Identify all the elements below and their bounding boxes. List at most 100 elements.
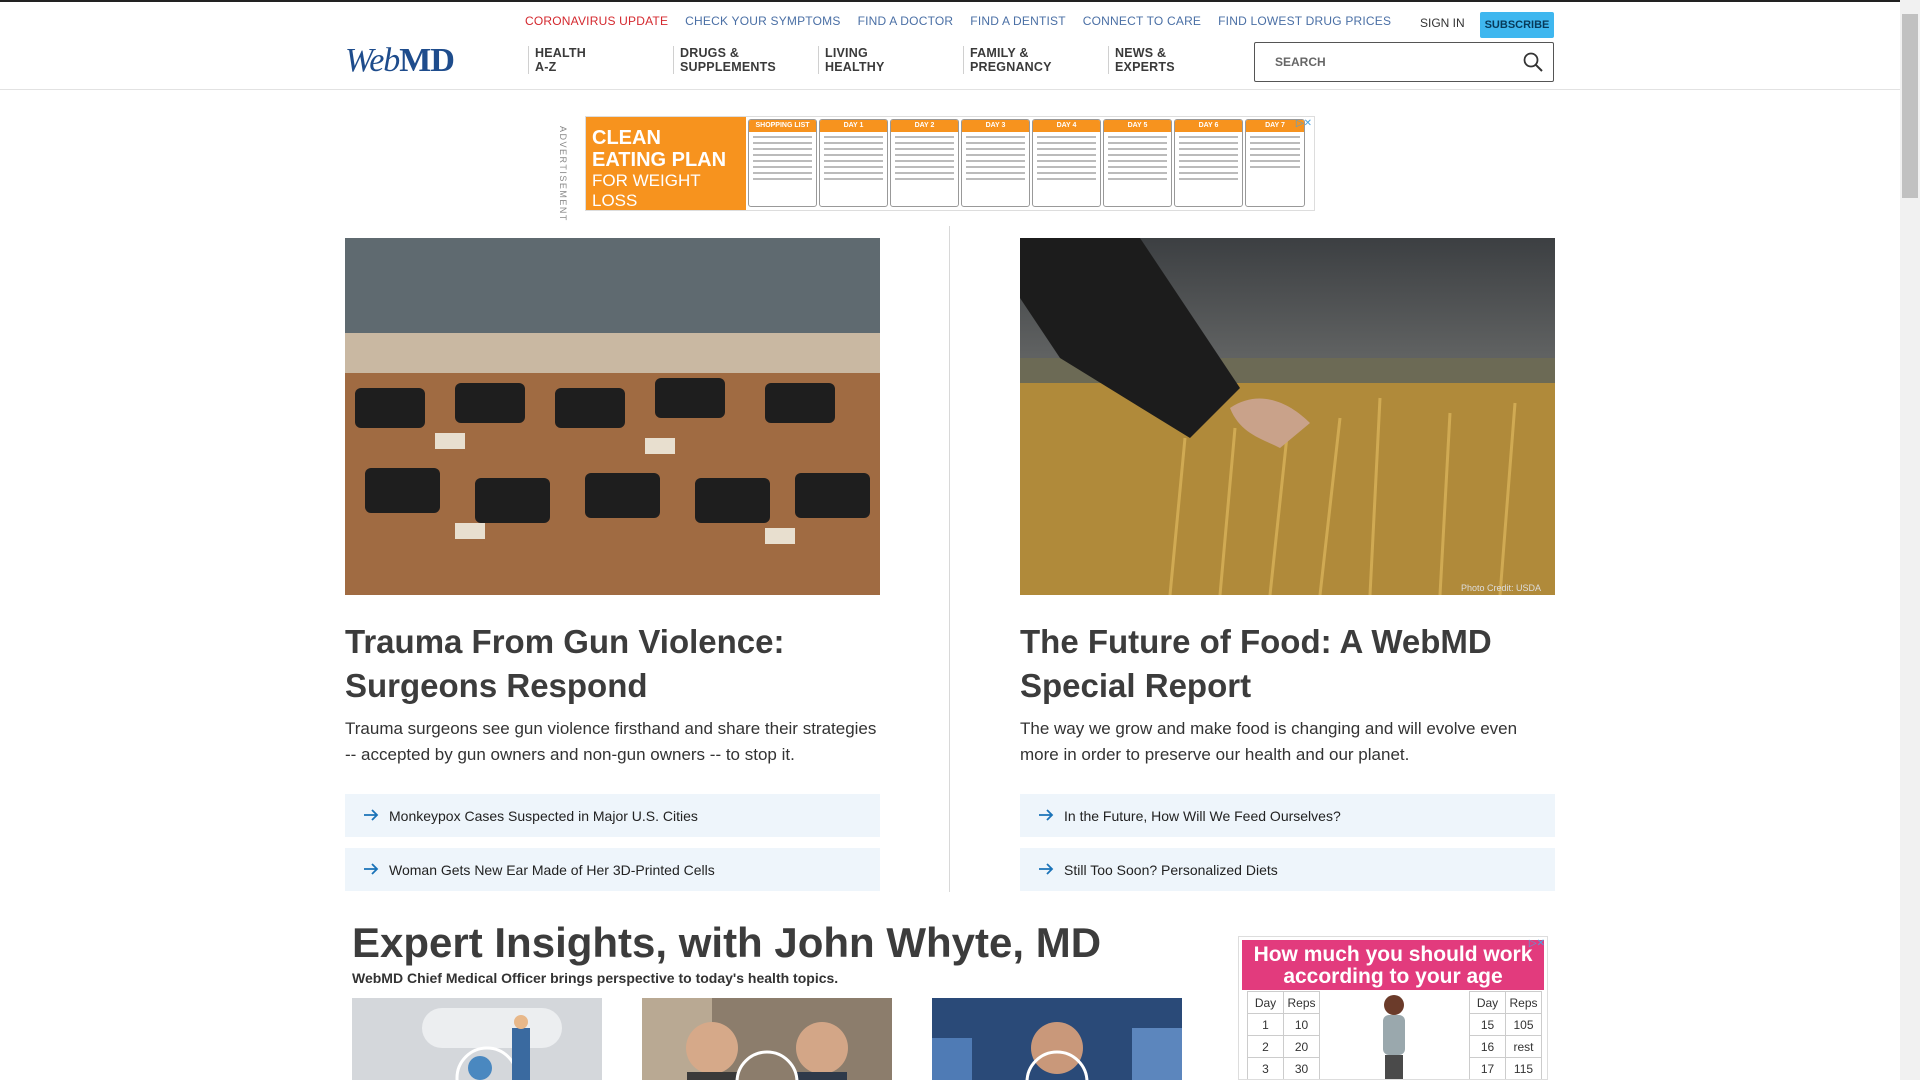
video-thumbnail[interactable]	[352, 998, 602, 1080]
arrow-right-icon	[1038, 808, 1054, 824]
ad-card: DAY 5	[1103, 119, 1172, 207]
nav-line1: HEALTH	[535, 46, 586, 60]
ad-card-header: DAY 4	[1033, 120, 1100, 132]
story-card: Photo Credit: USDA The Future of Food: A…	[1020, 238, 1555, 891]
nav-line2: A-Z	[535, 60, 557, 74]
expert-insights-section: Expert Insights, with John Whyte, MD Web…	[352, 918, 1101, 986]
woman-figure-illustration	[1383, 995, 1405, 1079]
ad-close-icon[interactable]: ▷✕	[1529, 938, 1545, 949]
ad-card: DAY 6	[1174, 119, 1243, 207]
story-image-wheat[interactable]: Photo Credit: USDA	[1020, 238, 1555, 599]
story-card: Trauma From Gun Violence: Surgeons Respo…	[345, 238, 880, 891]
util-link-symptoms[interactable]: CHECK YOUR SYMPTOMS	[685, 14, 840, 28]
site-header: CORONAVIRUS UPDATE CHECK YOUR SYMPTOMS F…	[0, 2, 1900, 90]
related-link[interactable]: Monkeypox Cases Suspected in Major U.S. …	[345, 794, 880, 837]
table-cell: 17	[1469, 1057, 1506, 1079]
story-summary: The way we grow and make food is changin…	[1020, 719, 1518, 764]
video-thumbnail[interactable]	[932, 998, 1182, 1080]
ad-card: DAY 2	[890, 119, 959, 207]
table-cell: 3	[1247, 1057, 1284, 1079]
side-ad-headline-line1: How much you should work	[1253, 943, 1533, 966]
ad-card-header: DAY 2	[891, 120, 958, 132]
nav-line1: LIVING	[825, 46, 868, 60]
photo-credit: Photo Credit: USDA	[1460, 583, 1541, 593]
sign-in-link[interactable]: SIGN IN	[1420, 16, 1465, 30]
table-cell: 20	[1283, 1035, 1320, 1058]
side-ad-headline: How much you should work according to yo…	[1242, 940, 1544, 990]
related-link[interactable]: Still Too Soon? Personalized Diets	[1020, 848, 1555, 891]
ad-title-line2: FOR WEIGHT LOSS	[592, 171, 701, 210]
related-link-text: Woman Gets New Ear Made of Her 3D-Printe…	[389, 861, 715, 878]
util-link-coronavirus[interactable]: CORONAVIRUS UPDATE	[525, 14, 668, 28]
nav-line2: HEALTHY	[825, 60, 885, 74]
arrow-right-icon	[363, 808, 379, 824]
ad-cards: SHOPPING LIST DAY 1 DAY 2 DAY 3 DAY 4 DA…	[746, 117, 1307, 210]
ad-card-header: DAY 3	[962, 120, 1029, 132]
story-headline[interactable]: Trauma From Gun Violence: Surgeons Respo…	[345, 620, 880, 708]
story-image-guns[interactable]	[345, 238, 880, 599]
nav-line2: SUPPLEMENTS	[680, 60, 776, 74]
search-input[interactable]	[1255, 55, 1495, 69]
nav-line2: PREGNANCY	[970, 60, 1052, 74]
ad-title-line1: CLEAN EATING PLAN	[592, 127, 727, 171]
related-link-text: Monkeypox Cases Suspected in Major U.S. …	[389, 807, 698, 824]
main-nav: HEALTH A-Z DRUGS & SUPPLEMENTS LIVING HEALT…	[528, 46, 1253, 74]
ad-card-header: SHOPPING LIST	[749, 120, 816, 132]
nav-line1: DRUGS &	[680, 46, 740, 60]
ad-choices-icon[interactable]: ▷✕	[1296, 118, 1312, 129]
util-link-drug-prices[interactable]: FIND LOWEST DRUG PRICES	[1218, 14, 1391, 28]
subscribe-button[interactable]: SUBSCRIBE	[1480, 12, 1554, 38]
table-cell: rest	[1505, 1035, 1542, 1058]
nav-health-az[interactable]: HEALTH A-Z	[528, 46, 673, 74]
ad-banner[interactable]: CLEAN EATING PLAN FOR WEIGHT LOSS Able S…	[585, 116, 1315, 238]
section-subtitle: WebMD Chief Medical Officer brings persp…	[352, 970, 839, 986]
util-link-dentist[interactable]: FIND A DENTIST	[970, 14, 1065, 28]
nav-family-pregnancy[interactable]: FAMILY & PREGNANCY	[963, 46, 1108, 74]
arrow-right-icon	[1038, 862, 1054, 878]
side-ad-table-left: Day Reps 1 10 2 20 3 30	[1247, 991, 1320, 1079]
side-ad-headline-line2: according to your age	[1283, 965, 1503, 988]
story-headline[interactable]: The Future of Food: A WebMD Special Repo…	[1020, 620, 1555, 708]
vertical-scrollbar[interactable]	[1900, 0, 1920, 1080]
story-summary: Trauma surgeons see gun violence firstha…	[345, 719, 877, 764]
ad-card-header: DAY 1	[820, 120, 887, 132]
related-link[interactable]: In the Future, How Will We Feed Ourselve…	[1020, 794, 1555, 837]
table-cell: 15	[1469, 1013, 1506, 1036]
ad-card: DAY 3	[961, 119, 1030, 207]
ad-card: DAY 7	[1245, 119, 1305, 207]
nav-drugs-supplements[interactable]: DRUGS & SUPPLEMENTS	[673, 46, 818, 74]
table-cell: Reps	[1505, 991, 1542, 1014]
logo-md: MD	[399, 42, 455, 79]
util-link-connect-care[interactable]: CONNECT TO CARE	[1083, 14, 1201, 28]
table-cell: 105	[1505, 1013, 1542, 1036]
related-link[interactable]: Woman Gets New Ear Made of Her 3D-Printe…	[345, 848, 880, 891]
nav-line1: NEWS &	[1115, 46, 1167, 60]
video-thumbnail[interactable]	[642, 998, 892, 1080]
ad-card-header: DAY 6	[1175, 120, 1242, 132]
table-cell: Reps	[1283, 991, 1320, 1014]
column-divider	[949, 226, 950, 892]
table-cell: 10	[1283, 1013, 1320, 1036]
search-icon[interactable]	[1523, 52, 1543, 77]
table-cell: Day	[1247, 991, 1284, 1014]
table-cell: 115	[1505, 1057, 1542, 1079]
ad-card: SHOPPING LIST	[748, 119, 817, 207]
nav-living-healthy[interactable]: LIVING HEALTHY	[818, 46, 963, 74]
util-link-doctor[interactable]: FIND A DOCTOR	[858, 14, 954, 28]
ad-banner-promo: CLEAN EATING PLAN FOR WEIGHT LOSS Able	[586, 117, 746, 238]
nav-news-experts[interactable]: NEWS & EXPERTS	[1108, 46, 1253, 74]
ad-card-header: DAY 5	[1104, 120, 1171, 132]
side-ad[interactable]: How much you should work according to yo…	[1238, 936, 1548, 1080]
scrollbar-thumb[interactable]	[1902, 14, 1918, 198]
related-link-text: Still Too Soon? Personalized Diets	[1064, 861, 1278, 878]
webmd-logo[interactable]: WebMD	[345, 42, 455, 80]
ad-card: DAY 4	[1032, 119, 1101, 207]
table-cell: Day	[1469, 991, 1506, 1014]
ad-brand: Able	[652, 223, 680, 238]
related-link-text: In the Future, How Will We Feed Ourselve…	[1064, 807, 1341, 824]
ad-label: ADVERTISEMENT	[558, 126, 568, 222]
table-cell: 30	[1283, 1057, 1320, 1079]
table-cell: 1	[1247, 1013, 1284, 1036]
search-box	[1254, 42, 1554, 82]
utility-nav: CORONAVIRUS UPDATE CHECK YOUR SYMPTOMS F…	[525, 14, 1391, 28]
